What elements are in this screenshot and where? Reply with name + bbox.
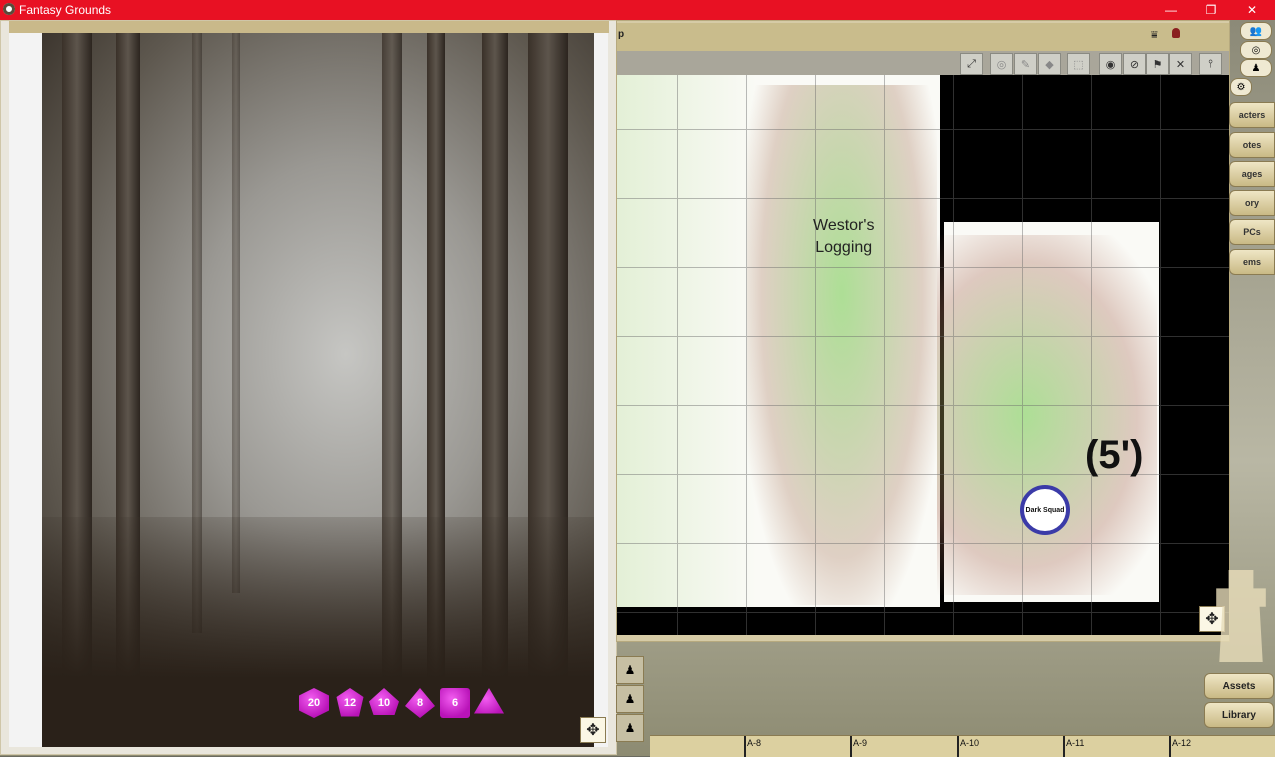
d20-die[interactable]: 20: [299, 688, 329, 718]
sidebar-tab-npcs[interactable]: PCs: [1229, 219, 1275, 245]
d10-die[interactable]: 10: [369, 688, 399, 718]
token-slot[interactable]: ♟: [616, 656, 644, 684]
swords-icon[interactable]: ✕: [1169, 53, 1192, 75]
image-window-margin: [9, 33, 42, 747]
map-move-icon[interactable]: ✥: [1199, 606, 1225, 632]
lock-icon[interactable]: [1172, 28, 1180, 38]
d8-die[interactable]: 8: [405, 688, 435, 718]
assets-button[interactable]: Assets: [1204, 673, 1274, 699]
close-button[interactable]: ✕: [1232, 0, 1272, 20]
library-button[interactable]: Library: [1204, 702, 1274, 728]
sidebar-tab-story[interactable]: ory: [1229, 190, 1275, 216]
character-icon[interactable]: ♟: [1240, 59, 1272, 77]
zoom-fit-icon[interactable]: ⤢: [960, 53, 983, 75]
sidebar-tab-notes[interactable]: otes: [1229, 132, 1275, 158]
app-icon: [3, 3, 15, 15]
hotbar-slot-label[interactable]: A-11: [1066, 738, 1084, 748]
d12-die[interactable]: 12: [335, 688, 365, 718]
map-toolbar: ⤢ ◎ ✎ ◆ ⬚ ◉ ⊘ ⚑ ✕ ⫯: [617, 51, 1229, 75]
hotbar-divider: [744, 736, 746, 757]
image-window-margin: [594, 33, 608, 747]
target-icon[interactable]: ◉: [1099, 53, 1122, 75]
map-title: p: [618, 29, 625, 40]
window-title: Fantasy Grounds: [19, 3, 112, 17]
measurement-label: (5'): [1085, 433, 1144, 477]
tree: [232, 33, 240, 593]
hotbar-slot-label[interactable]: A-12: [1172, 738, 1191, 748]
d6-die[interactable]: 6: [440, 688, 470, 718]
image-window-header[interactable]: [9, 21, 609, 33]
map-window[interactable]: p ⩸ ⤢ ◎ ✎ ◆ ⬚ ◉ ⊘ ⚑ ✕ ⫯ Westor's Logging…: [616, 20, 1230, 642]
globe-icon[interactable]: ◎: [1240, 41, 1272, 59]
settings-icon[interactable]: ⚙: [1230, 78, 1252, 96]
d4-die[interactable]: [474, 688, 504, 718]
hotbar-divider: [1169, 736, 1171, 757]
hotbar-divider: [850, 736, 852, 757]
paint-icon[interactable]: ✎: [1014, 53, 1037, 75]
map-grid: [617, 75, 1229, 635]
pin-icon[interactable]: ⫯: [1199, 53, 1222, 75]
hotbar-slot-label[interactable]: A-10: [960, 738, 979, 748]
maximize-button[interactable]: ❐: [1191, 0, 1231, 20]
party-icon[interactable]: 👥: [1240, 22, 1272, 40]
hotbar[interactable]: A-8 A-9 A-10 A-11 A-12: [650, 735, 1275, 757]
lighting-icon[interactable]: ⩸: [1151, 29, 1158, 42]
map-window-header[interactable]: p ⩸: [617, 23, 1229, 51]
sidebar-tab-images[interactable]: ages: [1229, 161, 1275, 187]
no-los-icon[interactable]: ⊘: [1123, 53, 1146, 75]
dark-squad-token[interactable]: Dark Squad: [1020, 485, 1070, 535]
minimize-button[interactable]: —: [1151, 0, 1191, 20]
flag-icon[interactable]: ⚑: [1146, 53, 1169, 75]
forest-image: [42, 33, 594, 747]
map-canvas[interactable]: Westor's Logging (5') Dark Squad: [617, 75, 1229, 635]
title-bar: Fantasy Grounds — ❐ ✕: [0, 0, 1275, 20]
image-move-icon[interactable]: ✥: [580, 717, 606, 743]
hotbar-divider: [957, 736, 959, 757]
sidebar-tab-characters[interactable]: acters: [1229, 102, 1275, 128]
mask-icon[interactable]: ◎: [990, 53, 1013, 75]
eraser-icon[interactable]: ◆: [1038, 53, 1061, 75]
image-window[interactable]: [0, 20, 617, 755]
token-slot[interactable]: ♟: [616, 714, 644, 742]
select-icon[interactable]: ⬚: [1067, 53, 1090, 75]
sidebar-tab-items[interactable]: ems: [1229, 249, 1275, 275]
hotbar-slot-label[interactable]: A-8: [747, 738, 761, 748]
token-slot[interactable]: ♟: [616, 685, 644, 713]
westors-logging-label: Westor's Logging: [813, 217, 875, 256]
hotbar-divider: [1063, 736, 1065, 757]
hotbar-slot-label[interactable]: A-9: [853, 738, 867, 748]
